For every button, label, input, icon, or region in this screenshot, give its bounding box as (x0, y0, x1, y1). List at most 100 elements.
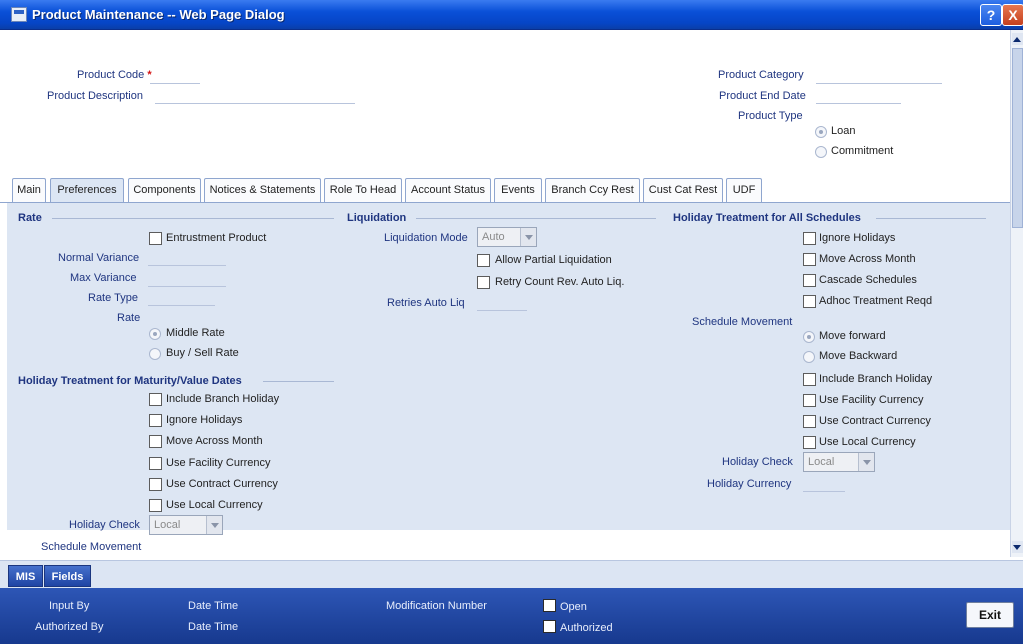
tab-cust-cat-rest[interactable]: Cust Cat Rest (643, 178, 723, 202)
use-local-currency-all-checkbox[interactable] (803, 436, 816, 449)
move-across-month-all-checkbox[interactable] (803, 253, 816, 266)
product-end-date-input[interactable] (816, 103, 901, 104)
scroll-thumb[interactable] (1012, 48, 1023, 228)
tab-notices-statements[interactable]: Notices & Statements (204, 178, 321, 202)
normal-variance-input[interactable] (148, 265, 226, 266)
max-variance-label: Max Variance (70, 272, 137, 284)
use-contract-currency-all-label: Use Contract Currency (819, 415, 931, 427)
buy-sell-rate-radio[interactable] (149, 348, 161, 360)
tab-events[interactable]: Events (494, 178, 542, 202)
product-description-label: Product Description (47, 90, 143, 102)
entrustment-product-label: Entrustment Product (166, 232, 267, 244)
use-facility-currency-mat-checkbox[interactable] (149, 457, 162, 470)
allow-partial-liquidation-checkbox[interactable] (477, 254, 490, 267)
max-variance-input[interactable] (148, 286, 226, 287)
buy-sell-rate-label: Buy / Sell Rate (166, 347, 239, 359)
allow-partial-liquidation-label: Allow Partial Liquidation (495, 254, 612, 266)
window-title: Product Maintenance -- Web Page Dialog (32, 7, 285, 22)
holiday-check-mat-label: Holiday Check (69, 519, 140, 531)
use-facility-currency-all-checkbox[interactable] (803, 394, 816, 407)
authorized-checkbox[interactable] (543, 620, 556, 633)
liquidation-mode-value: Auto (482, 231, 505, 243)
help-button[interactable]: ? (980, 4, 1002, 26)
date-time-label-2: Date Time (188, 621, 239, 633)
adhoc-treatment-checkbox[interactable] (803, 295, 816, 308)
product-category-input[interactable] (816, 83, 942, 84)
retry-count-label: Retry Count Rev. Auto Liq. (495, 276, 625, 288)
tab-branch-ccy-rest[interactable]: Branch Ccy Rest (545, 178, 640, 202)
input-by-label: Input By (49, 600, 90, 612)
holiday-check-all-select[interactable]: Local (803, 452, 875, 472)
move-backward-radio[interactable] (803, 351, 815, 363)
open-checkbox[interactable] (543, 599, 556, 612)
tab-account-status[interactable]: Account Status (405, 178, 491, 202)
ignore-holidays-mat-label: Ignore Holidays (166, 414, 243, 426)
cascade-schedules-checkbox[interactable] (803, 274, 816, 287)
exit-button[interactable]: Exit (966, 602, 1014, 628)
include-branch-holiday-mat-label: Include Branch Holiday (166, 393, 280, 405)
holiday-check-mat-select[interactable]: Local (149, 515, 223, 535)
product-type-commitment-radio[interactable] (815, 146, 827, 158)
close-button[interactable]: X (1002, 4, 1023, 26)
tab-udf[interactable]: UDF (726, 178, 762, 202)
use-contract-currency-all-checkbox[interactable] (803, 415, 816, 428)
retry-count-checkbox[interactable] (477, 276, 490, 289)
liquidation-mode-select[interactable]: Auto (477, 227, 537, 247)
holiday-currency-input[interactable] (803, 491, 845, 492)
chevron-down-icon (520, 228, 536, 246)
open-label: Open (560, 601, 587, 613)
vertical-scrollbar[interactable] (1010, 30, 1023, 557)
product-type-loan-radio[interactable] (815, 126, 827, 138)
adhoc-treatment-label: Adhoc Treatment Reqd (819, 295, 933, 307)
tab-role-to-head[interactable]: Role To Head (324, 178, 402, 202)
scroll-down-icon[interactable] (1012, 541, 1023, 553)
include-branch-holiday-all-checkbox[interactable] (803, 373, 816, 386)
rate-section-title: Rate (18, 212, 42, 224)
use-contract-currency-mat-label: Use Contract Currency (166, 478, 278, 490)
use-contract-currency-mat-checkbox[interactable] (149, 478, 162, 491)
liquidation-mode-label: Liquidation Mode (384, 232, 468, 244)
product-type-label: Product Type (738, 110, 803, 122)
authorized-by-label: Authorized By (35, 621, 104, 633)
title-bar: Product Maintenance -- Web Page Dialog ?… (0, 0, 1023, 30)
schedule-movement-all-label: Schedule Movement (692, 316, 793, 328)
retries-auto-liq-label: Retries Auto Liq (387, 297, 465, 309)
normal-variance-label: Normal Variance (58, 252, 140, 264)
product-code-row: Product Code * (77, 69, 152, 81)
entrustment-product-checkbox[interactable] (149, 232, 162, 245)
holiday-check-mat-value: Local (154, 519, 181, 531)
rate-type-input[interactable] (148, 305, 215, 306)
move-across-month-all-label: Move Across Month (819, 253, 916, 265)
tab-components[interactable]: Components (128, 178, 201, 202)
use-facility-currency-mat-label: Use Facility Currency (166, 457, 271, 469)
mis-button[interactable]: MIS (8, 565, 43, 587)
required-marker: * (147, 69, 152, 81)
product-description-input[interactable] (155, 103, 355, 104)
fields-button[interactable]: Fields (44, 565, 91, 587)
audit-footer (0, 588, 1023, 644)
move-backward-label: Move Backward (819, 350, 898, 362)
ignore-holidays-mat-checkbox[interactable] (149, 414, 162, 427)
ignore-holidays-all-checkbox[interactable] (803, 232, 816, 245)
ignore-holidays-all-label: Ignore Holidays (819, 232, 896, 244)
retries-auto-liq-input[interactable] (477, 310, 527, 311)
tab-preferences[interactable]: Preferences (50, 178, 124, 202)
chevron-down-icon (858, 453, 874, 471)
use-local-currency-mat-checkbox[interactable] (149, 499, 162, 512)
include-branch-holiday-mat-checkbox[interactable] (149, 393, 162, 406)
move-across-month-mat-checkbox[interactable] (149, 435, 162, 448)
date-time-label-1: Date Time (188, 600, 239, 612)
middle-rate-radio[interactable] (149, 328, 161, 340)
holiday-currency-label: Holiday Currency (707, 478, 792, 490)
scroll-up-icon[interactable] (1012, 33, 1023, 45)
window-icon (11, 7, 27, 22)
move-forward-label: Move forward (819, 330, 886, 342)
product-code-label: Product Code (77, 69, 145, 81)
move-forward-radio[interactable] (803, 331, 815, 343)
move-across-month-mat-label: Move Across Month (166, 435, 263, 447)
product-code-input[interactable] (150, 83, 200, 84)
product-end-date-label: Product End Date (719, 90, 806, 102)
bottom-tab-bar (0, 560, 1023, 588)
rate-section-divider (52, 218, 334, 219)
tab-main[interactable]: Main (12, 178, 46, 202)
